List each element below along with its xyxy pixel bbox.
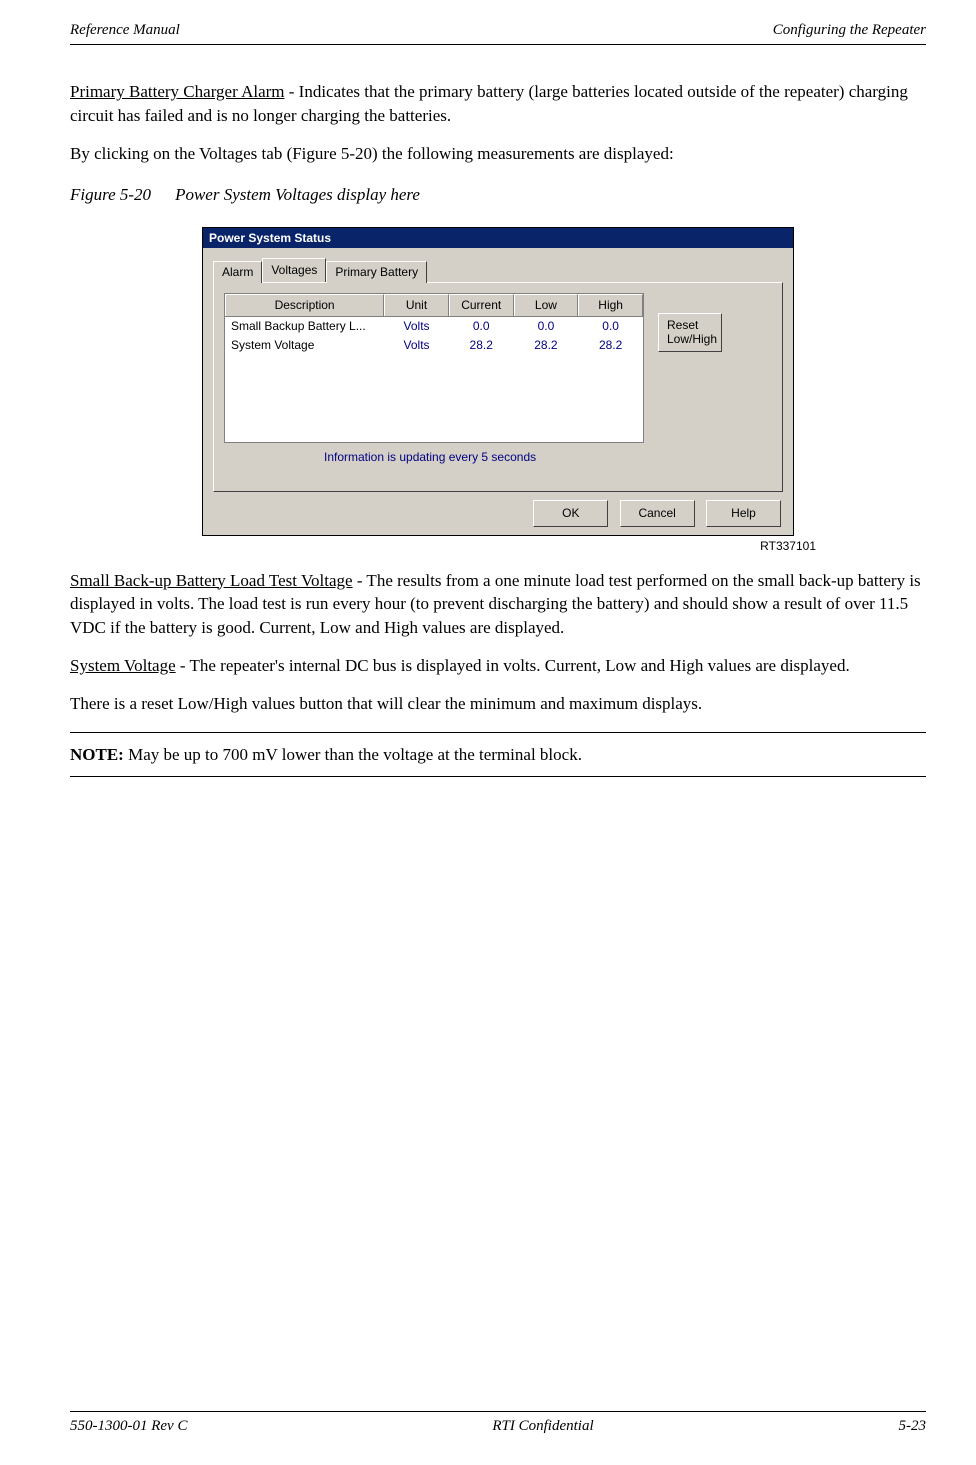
tab-strip: Alarm Voltages Primary Battery — [213, 258, 783, 282]
figure-screenshot: Power System Status Alarm Voltages Prima… — [70, 227, 926, 554]
reset-low-high-button[interactable]: Reset Low/High — [658, 313, 722, 352]
row0-unit: Volts — [384, 317, 449, 336]
row0-low: 0.0 — [514, 317, 579, 336]
figure-number: Figure 5-20 — [70, 185, 151, 204]
info-update-text: Information is updating every 5 seconds — [324, 449, 772, 466]
row0-current: 0.0 — [449, 317, 514, 336]
table-row[interactable]: System Voltage Volts 28.2 28.2 28.2 — [225, 336, 643, 355]
system-voltage-label: System Voltage — [70, 656, 176, 675]
paragraph-primary-battery: Primary Battery Charger Alarm - Indicate… — [70, 80, 926, 128]
row1-high: 28.2 — [578, 336, 643, 355]
header-left: Reference Manual — [70, 20, 180, 41]
note-rule-top — [70, 732, 926, 733]
ok-button[interactable]: OK — [533, 500, 608, 527]
grid-header: Description Unit Current Low High — [225, 294, 643, 317]
page-header: Reference Manual Configuring the Repeate… — [70, 20, 926, 45]
row1-low: 28.2 — [514, 336, 579, 355]
table-row[interactable]: Small Backup Battery L... Volts 0.0 0.0 … — [225, 317, 643, 336]
system-voltage-text: - The repeater's internal DC bus is disp… — [176, 656, 850, 675]
paragraph-system-voltage: System Voltage - The repeater's internal… — [70, 654, 926, 678]
tab-primary-battery[interactable]: Primary Battery — [326, 261, 427, 283]
figure-title: Power System Voltages display here — [175, 185, 420, 204]
row0-desc: Small Backup Battery L... — [225, 317, 384, 336]
col-header-current[interactable]: Current — [449, 294, 514, 316]
row1-desc: System Voltage — [225, 336, 384, 355]
paragraph-small-backup: Small Back-up Battery Load Test Voltage … — [70, 569, 926, 640]
note-label: NOTE: — [70, 745, 124, 764]
col-header-low[interactable]: Low — [514, 294, 579, 316]
header-right: Configuring the Repeater — [773, 20, 926, 41]
primary-battery-label: Primary Battery Charger Alarm — [70, 82, 285, 101]
figure-id: RT337101 — [70, 538, 816, 555]
voltages-grid[interactable]: Description Unit Current Low High Small … — [224, 293, 644, 443]
tab-alarm[interactable]: Alarm — [213, 261, 262, 283]
tab-voltages[interactable]: Voltages — [262, 258, 326, 282]
dialog-button-row: OK Cancel Help — [213, 492, 783, 527]
paragraph-click-voltages: By clicking on the Voltages tab (Figure … — [70, 142, 926, 166]
col-header-high[interactable]: High — [578, 294, 643, 316]
small-backup-label: Small Back-up Battery Load Test Voltage — [70, 571, 353, 590]
page-footer: 550-1300-01 Rev C RTI Confidential 5-23 — [70, 1411, 926, 1437]
note-text: May be up to 700 mV lower than the volta… — [124, 745, 582, 764]
col-header-unit[interactable]: Unit — [384, 294, 449, 316]
col-header-description[interactable]: Description — [225, 294, 384, 316]
footer-center: RTI Confidential — [492, 1416, 593, 1437]
figure-caption: Figure 5-20 Power System Voltages display… — [70, 183, 926, 207]
row1-current: 28.2 — [449, 336, 514, 355]
row0-high: 0.0 — [578, 317, 643, 336]
dialog-titlebar: Power System Status — [203, 228, 793, 248]
cancel-button[interactable]: Cancel — [620, 500, 695, 527]
note: NOTE: May be up to 700 mV lower than the… — [70, 743, 926, 767]
footer-right: 5-23 — [898, 1416, 926, 1437]
help-button[interactable]: Help — [706, 500, 781, 527]
dialog-title: Power System Status — [209, 231, 331, 245]
footer-left: 550-1300-01 Rev C — [70, 1416, 187, 1437]
note-rule-bottom — [70, 776, 926, 777]
paragraph-reset-info: There is a reset Low/High values button … — [70, 692, 926, 716]
tab-panel-voltages: Description Unit Current Low High Small … — [213, 282, 783, 492]
row1-unit: Volts — [384, 336, 449, 355]
power-system-dialog: Power System Status Alarm Voltages Prima… — [202, 227, 794, 536]
